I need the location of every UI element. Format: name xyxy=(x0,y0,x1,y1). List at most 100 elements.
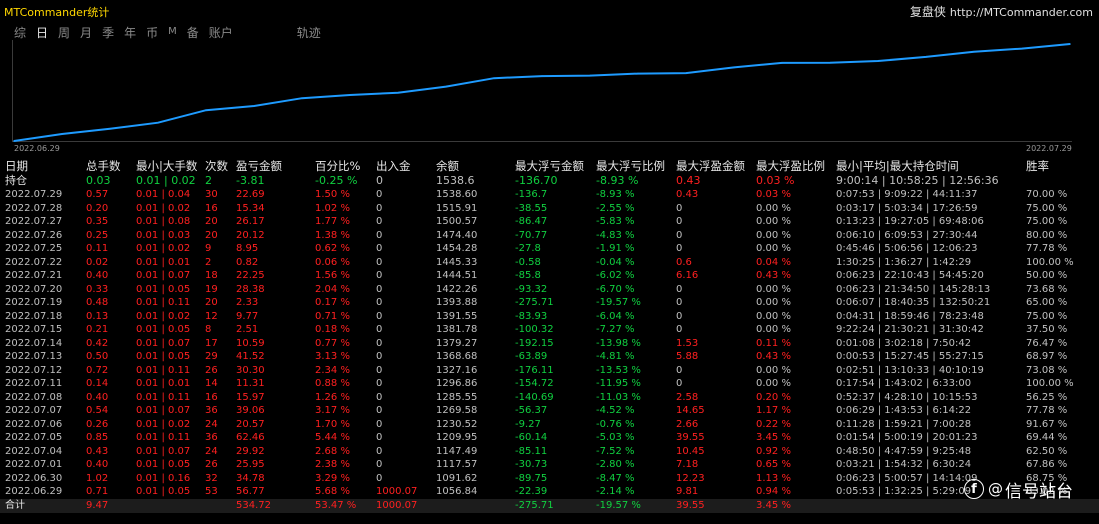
row-flow: 0 xyxy=(376,189,383,200)
row-hold-time: 0:04:31 | 18:59:46 | 78:23:48 xyxy=(836,310,984,322)
row-lots: 0.43 xyxy=(86,445,109,457)
balance-point xyxy=(397,91,399,94)
header-max-float-loss-pct[interactable]: 最大浮亏比例 xyxy=(596,158,665,174)
row-max-float-loss-pct: -0.04 % xyxy=(596,256,635,268)
table-row[interactable]: 2022.07.11 0.14 0.01 | 0.01 14 11.31 0.88 % 0 1… xyxy=(0,377,1099,391)
total-lots: 9.47 xyxy=(86,499,109,511)
row-max-float-loss-pct: -13.53 % xyxy=(596,364,641,376)
row-max-float-loss-pct: -4.52 % xyxy=(596,405,635,416)
table-row[interactable]: 2022.06.30 1.02 0.01 | 0.16 32 34.78 3.29 % 0 1… xyxy=(0,472,1099,486)
row-pct: 1.50 % xyxy=(315,189,350,200)
table-row[interactable]: 2022.07.14 0.42 0.01 | 0.07 17 10.59 0.77 % 0 1… xyxy=(0,337,1099,351)
row-pct: 2.04 % xyxy=(315,283,350,295)
table-row[interactable]: 2022.07.06 0.26 0.01 | 0.02 24 20.57 1.70 % 0 1… xyxy=(0,418,1099,432)
row-balance: 1444.51 xyxy=(436,270,478,281)
table-row[interactable]: 2022.07.25 0.11 0.01 | 0.02 9 8.95 0.62 % 0 145… xyxy=(0,242,1099,256)
row-pnl: 39.06 xyxy=(236,405,265,416)
row-date: 2022.07.18 xyxy=(5,310,63,322)
brand[interactable]: 复盘侠 http://MTCommander.com xyxy=(910,3,1093,20)
holding-row[interactable]: 持仓 0.03 0.01 | 0.02 2 -3.81 -0.25 % 0 15… xyxy=(0,174,1099,188)
table-row[interactable]: 2022.07.12 0.72 0.01 | 0.11 26 30.30 2.34 % 0 1… xyxy=(0,364,1099,378)
row-max-float-loss-pct: -19.57 % xyxy=(596,297,641,308)
row-max-float-loss: -27.8 xyxy=(515,243,541,254)
table-row[interactable]: 2022.07.15 0.21 0.01 | 0.05 8 2.51 0.18 % 0 138… xyxy=(0,323,1099,337)
row-flow: 0 xyxy=(376,378,383,389)
row-winrate: 68.97 % xyxy=(1026,351,1068,362)
row-max-float-profit: 9.81 xyxy=(676,486,699,497)
header-count[interactable]: 次数 xyxy=(205,158,228,174)
brand-name[interactable]: 复盘侠 xyxy=(910,5,946,19)
header-pct[interactable]: 百分比% xyxy=(315,158,360,174)
balance-point xyxy=(157,121,159,124)
row-hold-time: 0:02:51 | 13:10:33 | 40:10:19 xyxy=(836,364,984,376)
row-date: 2022.07.01 xyxy=(5,459,63,470)
row-max-float-profit-pct: 0.43 % xyxy=(756,351,791,362)
holding-label: 持仓 xyxy=(5,174,27,187)
table-header: 日期 总手数 最小|大手数 次数 盈亏金额 百分比% 出入金 余额 最大浮亏金额… xyxy=(0,158,1099,174)
table-row[interactable]: 2022.07.04 0.43 0.01 | 0.07 24 29.92 2.68 % 0 1… xyxy=(0,445,1099,459)
table-row[interactable]: 2022.07.21 0.40 0.01 | 0.07 18 22.25 1.56 % 0 1… xyxy=(0,269,1099,283)
table-row[interactable]: 2022.06.29 0.71 0.01 | 0.05 53 56.77 5.68 % 10… xyxy=(0,485,1099,499)
table-row[interactable]: 2022.07.29 0.57 0.01 | 0.04 30 22.69 1.50 % 0 1… xyxy=(0,188,1099,202)
watermark: f @ 信号站台 xyxy=(964,478,1073,502)
total-max-float-loss-pct: -19.57 % xyxy=(596,499,641,511)
table-row[interactable]: 2022.07.27 0.35 0.01 | 0.08 20 26.17 1.77 % 0 1… xyxy=(0,215,1099,229)
row-pct: 3.17 % xyxy=(315,405,350,416)
header-balance[interactable]: 余额 xyxy=(436,158,459,174)
header-pnl[interactable]: 盈亏金额 xyxy=(236,158,282,174)
header-winrate[interactable]: 胜率 xyxy=(1026,158,1049,174)
header-flow[interactable]: 出入金 xyxy=(376,158,411,174)
row-minmax: 0.01 | 0.01 xyxy=(136,378,191,389)
holding-max-float-loss-pct: -8.93 % xyxy=(596,174,639,187)
table-row[interactable]: 2022.07.13 0.50 0.01 | 0.05 29 41.52 3.13 % 0 1… xyxy=(0,350,1099,364)
table-row[interactable]: 2022.07.07 0.54 0.01 | 0.07 36 39.06 3.17 % 0 1… xyxy=(0,404,1099,418)
header-max-float-loss[interactable]: 最大浮亏金额 xyxy=(515,158,584,174)
holding-lots: 0.03 xyxy=(86,174,111,187)
row-max-float-loss: -176.11 xyxy=(515,364,554,376)
table-row[interactable]: 2022.07.20 0.33 0.01 | 0.05 19 28.38 2.04 % 0 1… xyxy=(0,283,1099,297)
row-hold-time: 9:22:24 | 21:30:21 | 31:30:42 xyxy=(836,324,984,335)
row-pnl: 30.30 xyxy=(236,364,265,376)
header-date[interactable]: 日期 xyxy=(5,158,28,174)
brand-url[interactable]: http://MTCommander.com xyxy=(950,6,1093,19)
table-row[interactable]: 2022.07.26 0.25 0.01 | 0.03 20 20.12 1.38 % 0 1… xyxy=(0,229,1099,243)
title-bar: MTCommander统计 复盘侠 http://MTCommander.com xyxy=(0,0,1099,22)
table-row[interactable]: 2022.07.22 0.02 0.01 | 0.01 2 0.82 0.06 % 0 144… xyxy=(0,256,1099,270)
row-max-float-loss: -38.55 xyxy=(515,202,548,214)
row-balance: 1147.49 xyxy=(436,445,478,457)
row-winrate: 77.78 % xyxy=(1026,405,1068,416)
row-lots: 0.71 xyxy=(86,486,109,497)
row-balance: 1285.55 xyxy=(436,391,478,403)
table-row[interactable]: 2022.07.08 0.40 0.01 | 0.11 16 15.97 1.26 % 0 1… xyxy=(0,391,1099,405)
row-count: 32 xyxy=(205,472,218,484)
row-lots: 0.13 xyxy=(86,310,109,322)
row-count: 24 xyxy=(205,445,218,457)
row-pnl: 28.38 xyxy=(236,283,265,295)
row-pct: 5.44 % xyxy=(315,432,350,443)
row-hold-time: 0:06:23 | 21:34:50 | 145:28:13 xyxy=(836,283,991,295)
row-flow: 0 xyxy=(376,283,383,295)
row-max-float-profit-pct: 1.13 % xyxy=(756,472,791,484)
header-max-float-profit[interactable]: 最大浮盈金额 xyxy=(676,158,745,174)
row-hold-time: 0:01:54 | 5:00:19 | 20:01:23 xyxy=(836,432,978,443)
header-hold-time[interactable]: 最小|平均|最大持仓时间 xyxy=(836,158,959,174)
row-pct: 1.56 % xyxy=(315,270,350,281)
table-row[interactable]: 2022.07.19 0.48 0.01 | 0.11 20 2.33 0.17 % 0 13… xyxy=(0,296,1099,310)
table-row[interactable]: 2022.07.01 0.40 0.01 | 0.05 26 25.95 2.38 % 0 1… xyxy=(0,458,1099,472)
header-lots[interactable]: 总手数 xyxy=(86,158,121,174)
row-max-float-profit: 0 xyxy=(676,216,683,227)
table-row[interactable]: 2022.07.05 0.85 0.01 | 0.11 36 62.46 5.44 % 0 1… xyxy=(0,431,1099,445)
header-max-float-profit-pct[interactable]: 最大浮盈比例 xyxy=(756,158,825,174)
row-lots: 0.26 xyxy=(86,418,109,430)
row-max-float-loss-pct: -13.98 % xyxy=(596,337,641,349)
table-row[interactable]: 2022.07.28 0.20 0.01 | 0.02 16 15.34 1.02 % 0 1… xyxy=(0,202,1099,216)
header-minmax[interactable]: 最小|大手数 xyxy=(136,158,197,174)
row-max-float-profit-pct: 0.00 % xyxy=(756,229,791,241)
balance-point xyxy=(973,50,975,53)
row-hold-time: 0:01:08 | 3:02:18 | 7:50:42 xyxy=(836,337,972,349)
row-max-float-profit: 0.6 xyxy=(676,256,692,268)
table-row[interactable]: 2022.07.18 0.13 0.01 | 0.02 12 9.77 0.71 % 0 13… xyxy=(0,310,1099,324)
row-minmax: 0.01 | 0.11 xyxy=(136,297,191,308)
balance-point xyxy=(493,77,495,80)
total-label: 合计 xyxy=(5,499,25,511)
